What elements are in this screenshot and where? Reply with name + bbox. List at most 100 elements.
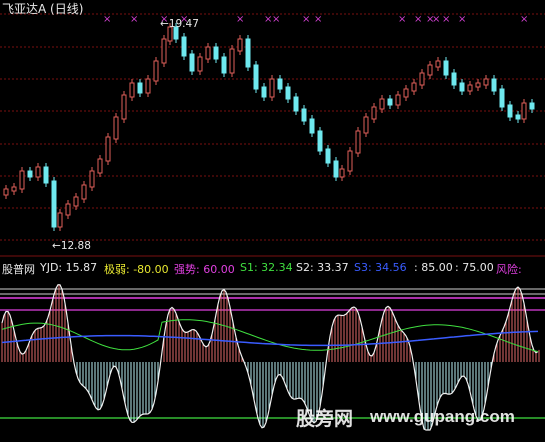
candle-body xyxy=(229,48,235,74)
cross-mark-icon: × xyxy=(272,14,280,25)
candle-body xyxy=(355,130,361,154)
s3-line xyxy=(1,330,539,347)
cross-mark-icon: × xyxy=(414,14,422,25)
candle-body xyxy=(261,86,267,98)
arrow-left-icon: ← xyxy=(52,240,61,252)
watermark-url: www.gupang.com xyxy=(370,407,515,426)
candle-body xyxy=(529,102,535,110)
price-grid xyxy=(0,13,545,257)
candle-body xyxy=(97,158,103,174)
s2-value: S2: 33.37 xyxy=(296,261,349,274)
candle-body xyxy=(221,56,227,74)
stock-chart-window: × × × × × × × × × × × × × × × × 飞亚达A (日线) ←19.47 ←12.88… xyxy=(0,0,545,442)
candle-body xyxy=(19,170,25,190)
candle-body xyxy=(11,186,17,192)
cross-mark-icon: × xyxy=(458,14,466,25)
candle-body xyxy=(285,86,291,100)
candle-body xyxy=(73,196,79,207)
candle-body xyxy=(35,166,41,178)
candle-body xyxy=(379,98,385,110)
candle-body xyxy=(325,148,331,164)
s3-value: S3: 34.56 xyxy=(354,261,407,274)
candle-body xyxy=(51,180,57,228)
candle-body xyxy=(395,94,401,106)
cross-mark-icon: × xyxy=(302,14,310,25)
cross-mark-icon: × xyxy=(398,14,406,25)
candle-body xyxy=(371,106,377,120)
qiangshi-value: 强势: 60.00 xyxy=(174,263,235,276)
candle-body xyxy=(27,170,33,178)
v85-value: : 85.00 xyxy=(414,261,453,274)
cross-mark-icon: × xyxy=(314,14,322,25)
high-price-label: ←19.47 xyxy=(160,18,199,30)
indicator-legend: 股普网 YJD: 15.87 极弱: -80.00 强势: 60.00 S1: … xyxy=(0,260,545,276)
candle-body xyxy=(443,60,449,76)
jiruo-value: 极弱: -80.00 xyxy=(104,263,169,276)
candle-body xyxy=(89,170,95,188)
candle-body xyxy=(459,82,465,92)
candle-body xyxy=(3,188,9,196)
site-label: 股普网 xyxy=(2,263,35,276)
candle-body xyxy=(419,72,425,86)
candle-body xyxy=(515,114,521,120)
candle-body xyxy=(245,38,251,68)
candle-body xyxy=(181,36,187,57)
candle-body xyxy=(435,60,441,68)
cross-mark-icon: × xyxy=(103,14,111,25)
candle-body xyxy=(237,38,243,52)
candle-body xyxy=(339,168,345,178)
candle-body xyxy=(121,94,127,120)
candle-body xyxy=(65,203,71,216)
cross-mark-icon: × xyxy=(520,14,528,25)
candlestick-series xyxy=(3,23,535,231)
candle-body xyxy=(333,160,339,178)
candle-body xyxy=(475,82,481,88)
candle-body xyxy=(153,60,159,82)
candle-body xyxy=(309,118,315,134)
candle-body xyxy=(81,184,87,200)
candle-body xyxy=(161,38,167,64)
v75-value: : 75.00 xyxy=(455,261,494,274)
candle-body xyxy=(105,136,111,162)
candle-body xyxy=(427,64,433,76)
low-price-label: ←12.88 xyxy=(52,240,91,252)
watermark-cn: 股旁网 xyxy=(296,409,354,430)
candle-body xyxy=(189,53,195,72)
s1-value: S1: 32.34 xyxy=(240,261,293,274)
candle-body xyxy=(253,64,259,90)
candle-body xyxy=(411,82,417,92)
yjd-value: YJD: 15.87 xyxy=(40,261,98,274)
candle-body xyxy=(129,82,135,98)
candle-body xyxy=(301,108,307,122)
candle-body xyxy=(363,116,369,134)
cross-mark-icon: × xyxy=(442,14,450,25)
candle-body xyxy=(197,56,203,72)
cross-mark-icon: × xyxy=(130,14,138,25)
candle-body xyxy=(387,98,393,106)
candle-body xyxy=(269,78,275,98)
candle-body xyxy=(145,78,151,94)
cross-mark-icon: × xyxy=(236,14,244,25)
candle-body xyxy=(213,46,219,60)
arrow-left-icon: ← xyxy=(160,18,169,30)
candle-body xyxy=(403,88,409,98)
candle-body xyxy=(521,102,527,120)
candle-body xyxy=(57,212,63,228)
fengxian-label: 风险: xyxy=(496,263,522,276)
candle-body xyxy=(205,46,211,60)
candle-body xyxy=(277,78,283,90)
candle-body xyxy=(43,166,49,184)
candle-body xyxy=(499,88,505,108)
candle-body xyxy=(137,82,143,94)
cross-mark-icon: × xyxy=(432,14,440,25)
candle-body xyxy=(507,104,513,118)
candle-body xyxy=(491,78,497,92)
candle-body xyxy=(317,130,323,152)
chart-title: 飞亚达A (日线) xyxy=(2,2,84,16)
candle-body xyxy=(467,84,473,92)
candle-body xyxy=(113,116,119,140)
candle-body xyxy=(347,150,353,172)
chart-canvas[interactable]: × × × × × × × × × × × ×× × × × xyxy=(0,0,545,442)
candle-body xyxy=(293,96,299,112)
candle-body xyxy=(483,78,489,86)
